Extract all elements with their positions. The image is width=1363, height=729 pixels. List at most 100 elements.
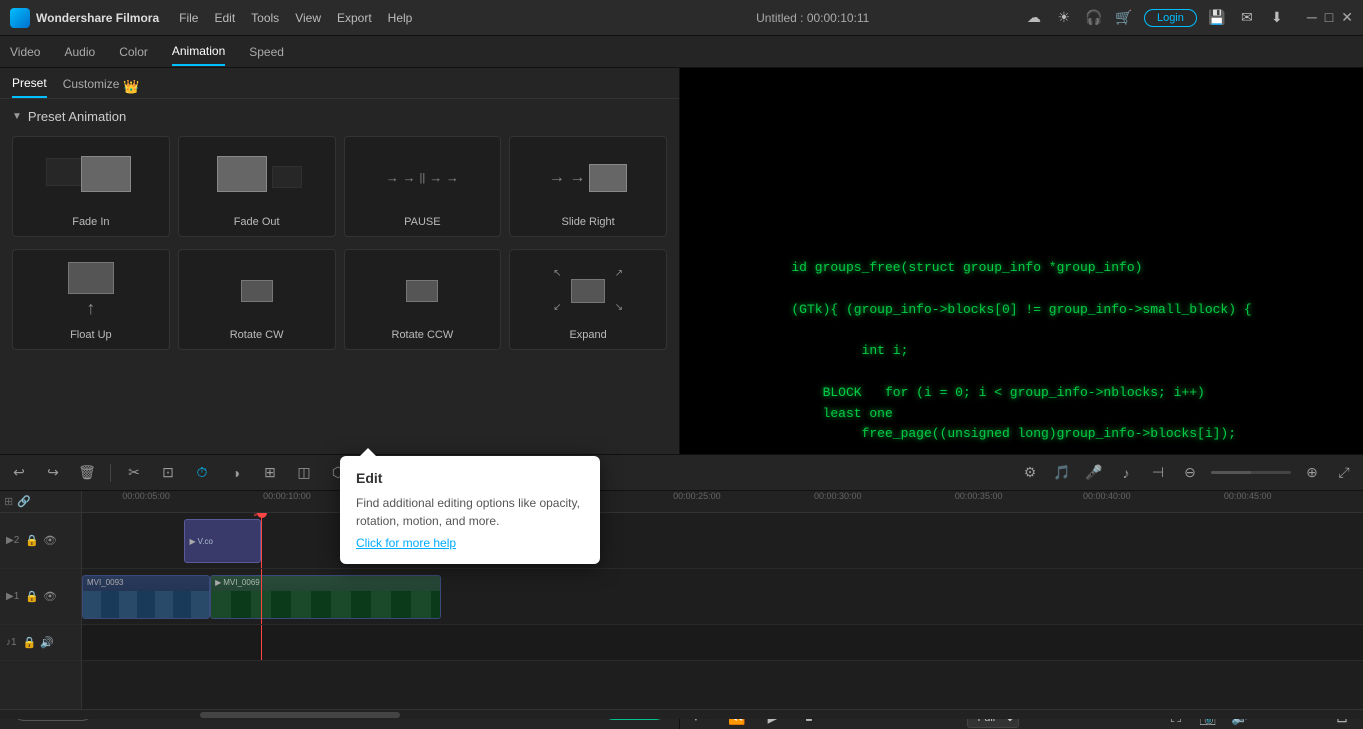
link-icon[interactable]: 🔗 (17, 495, 31, 508)
track-2-lock[interactable]: 🔒 (25, 534, 39, 547)
preset-header: ▼ Preset Animation (12, 109, 667, 124)
track-row-1-audio (82, 625, 1363, 661)
sub-tabs: Preset Customize 👑 (0, 68, 679, 99)
timeline-content: ⊞ 🔗 ▶2 🔒 👁 ▶1 🔒 👁 ♪1 🔒 🔊 (0, 491, 1363, 709)
cloud-icon[interactable]: ☁ (1024, 8, 1044, 28)
tab-speed[interactable]: Speed (249, 39, 284, 65)
close-button[interactable]: ✕ (1341, 9, 1353, 26)
expand-thumb: ↖ ↗ ↙ ↘ (538, 258, 638, 323)
sub-tab-preset[interactable]: Preset (12, 76, 47, 98)
animation-card-pause[interactable]: → → || → → PAUSE (344, 136, 502, 237)
h-scrollbar-thumb[interactable] (200, 712, 400, 718)
animation-card-float-up[interactable]: ↑ Float Up (12, 249, 170, 350)
animation-card-expand[interactable]: ↖ ↗ ↙ ↘ Expand (509, 249, 667, 350)
plus-icon[interactable]: ⊕ (1301, 462, 1323, 484)
ruler-mark-45: 00:00:45:00 (1224, 491, 1272, 501)
animation-grid-row2: ↑ Float Up ↻ Rotate CW (12, 249, 667, 350)
rotate-ccw-label: Rotate CCW (392, 329, 454, 341)
split-icon[interactable]: ⊣ (1147, 462, 1169, 484)
slide-right-label: Slide Right (562, 216, 615, 228)
ruler-content: 00:00:05:00 00:00:10:00 00:00:15:00 00:0… (82, 491, 1363, 510)
slide-right-thumb: → → (538, 145, 638, 210)
undo-button[interactable]: ↩ (8, 462, 30, 484)
track-clip-1b[interactable]: ▶ MVI_0069 (210, 575, 441, 619)
track-clip-2[interactable]: ▶ V.co (184, 519, 261, 563)
animation-card-fade-in[interactable]: Fade In (12, 136, 170, 237)
expand-timeline-icon[interactable]: ⤢ (1333, 462, 1355, 484)
timer-button[interactable]: ⏱ (191, 462, 213, 484)
minimize-button[interactable]: ─ (1307, 9, 1317, 26)
menu-view[interactable]: View (295, 11, 321, 25)
cut-button[interactable]: ✂ (123, 462, 145, 484)
add-track-icon[interactable]: ⊞ (4, 495, 13, 508)
track-1v-lock[interactable]: 🔒 (25, 590, 39, 603)
ruler-mark-30: 00:00:30:00 (814, 491, 862, 501)
toolbar-separator-1 (110, 464, 111, 482)
title-button[interactable]: ◫ (293, 462, 315, 484)
menu-export[interactable]: Export (337, 11, 372, 25)
effect-button[interactable]: ◑ (225, 462, 247, 484)
tooltip-popup: Edit Find additional editing options lik… (340, 456, 600, 564)
animation-card-rotate-ccw[interactable]: ↺ Rotate CCW (344, 249, 502, 350)
redo-button[interactable]: ↪ (42, 462, 64, 484)
sun-icon[interactable]: ☀ (1054, 8, 1074, 28)
crop-button[interactable]: ⊡ (157, 462, 179, 484)
track-1a-lock[interactable]: 🔒 (23, 636, 37, 649)
track-1a-num: ♪1 (6, 637, 17, 648)
cart-icon[interactable]: 🛒 (1114, 8, 1134, 28)
tab-video[interactable]: Video (10, 39, 40, 65)
tab-color[interactable]: Color (119, 39, 148, 65)
timeline-area: ↩ ↪ 🗑 ✂ ⊡ ⏱ ◑ ⊞ ◫ ⬡ ≡ ≋ ⚙ 🎵 🎤 ♪ ⊣ ⊖ ⊕ ⤢ … (0, 454, 1363, 719)
audio-wave-icon[interactable]: 🎵 (1051, 462, 1073, 484)
tab-animation[interactable]: Animation (172, 38, 225, 66)
zoom-slider[interactable] (1211, 471, 1291, 474)
settings-icon[interactable]: ⚙ (1019, 462, 1041, 484)
login-button[interactable]: Login (1144, 9, 1197, 27)
track-label-1-audio: ♪1 🔒 🔊 (0, 625, 81, 661)
tooltip-arrow (360, 448, 376, 456)
delete-button[interactable]: 🗑 (76, 462, 98, 484)
ruler-mark-25: 00:00:25:00 (673, 491, 721, 501)
ruler-mark-40: 00:00:40:00 (1083, 491, 1131, 501)
minus-icon[interactable]: ⊖ (1179, 462, 1201, 484)
animation-card-rotate-cw[interactable]: ↻ Rotate CW (178, 249, 336, 350)
timeline-ruler: 00:00:05:00 00:00:10:00 00:00:15:00 00:0… (82, 491, 1363, 513)
animation-card-fade-out[interactable]: Fade Out (178, 136, 336, 237)
menu-file[interactable]: File (179, 11, 198, 25)
rotate-cw-thumb: ↻ (207, 258, 307, 323)
clip-1a-label: MVI_0093 (83, 576, 209, 589)
track-1v-num: ▶1 (6, 591, 19, 602)
track-labels: ⊞ 🔗 ▶2 🔒 👁 ▶1 🔒 👁 ♪1 🔒 🔊 (0, 491, 82, 709)
animation-card-slide-right[interactable]: → → Slide Right (509, 136, 667, 237)
track-label-1-video: ▶1 🔒 👁 (0, 569, 81, 625)
music-icon[interactable]: ♪ (1115, 462, 1137, 484)
headset-icon[interactable]: 🎧 (1084, 8, 1104, 28)
track-clip-1a[interactable]: MVI_0093 (82, 575, 210, 619)
preset-section-title: Preset Animation (28, 109, 126, 124)
track-1a-vol[interactable]: 🔊 (40, 636, 54, 649)
maximize-button[interactable]: □ (1325, 9, 1333, 26)
track-2-num: ▶2 (6, 535, 19, 546)
playhead-audio (261, 625, 262, 660)
track-2-eye[interactable]: 👁 (43, 534, 57, 547)
window-controls: ─ □ ✕ (1307, 9, 1353, 26)
save-icon[interactable]: 💾 (1207, 8, 1227, 28)
track-row-2: ▶ V.co ✂ (82, 513, 1363, 569)
track-1v-eye[interactable]: 👁 (43, 590, 57, 603)
sub-tab-customize[interactable]: Customize (63, 77, 120, 97)
mail-icon[interactable]: ✉ (1237, 8, 1257, 28)
tracks-container: 00:00:05:00 00:00:10:00 00:00:15:00 00:0… (82, 491, 1363, 709)
menu-help[interactable]: Help (388, 11, 413, 25)
tab-audio[interactable]: Audio (64, 39, 95, 65)
ruler-spacer: ⊞ 🔗 (0, 491, 81, 513)
chevron-down-icon[interactable]: ▼ (12, 111, 22, 122)
menu-edit[interactable]: Edit (214, 11, 235, 25)
tooltip-link[interactable]: Click for more help (356, 536, 456, 550)
ruler-mark-5: 00:00:05:00 (122, 491, 170, 501)
download-icon[interactable]: ⬇ (1267, 8, 1287, 28)
playhead-top (257, 513, 267, 518)
menu-tools[interactable]: Tools (251, 11, 279, 25)
logo-icon (10, 8, 30, 28)
transition-button[interactable]: ⊞ (259, 462, 281, 484)
mic-icon[interactable]: 🎤 (1083, 462, 1105, 484)
